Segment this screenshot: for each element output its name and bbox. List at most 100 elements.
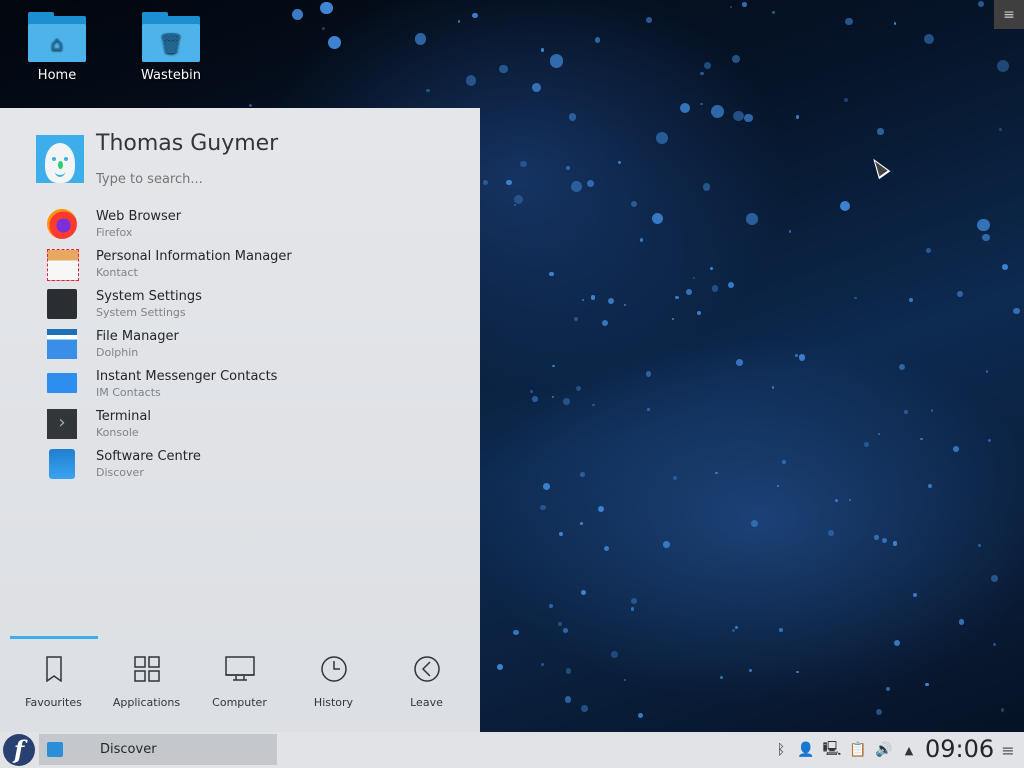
wallpaper-light-dot	[996, 59, 1009, 72]
wallpaper-light-dot	[631, 598, 638, 605]
wallpaper-light-dot	[711, 105, 725, 119]
wallpaper-light-dot	[513, 204, 516, 207]
list-item[interactable]: Instant Messenger Contacts IM Contacts	[0, 365, 480, 405]
wallpaper-light-dot	[776, 485, 780, 488]
volume-icon[interactable]: 🔊	[874, 732, 894, 768]
wallpaper-light-dot	[320, 2, 333, 15]
wallpaper-light-dot	[565, 165, 571, 171]
wallpaper-light-dot	[530, 390, 534, 394]
wallpaper-light-dot	[956, 290, 963, 297]
wallpaper-light-dot	[893, 22, 897, 25]
wallpaper-light-dot	[598, 506, 604, 512]
firefox-icon	[47, 209, 77, 239]
wallpaper-light-dot	[499, 65, 508, 74]
wallpaper-light-dot	[977, 1, 984, 8]
active-tab-indicator	[10, 636, 98, 639]
network-icon[interactable]: 🖳	[822, 732, 842, 768]
wallpaper-light-dot	[563, 628, 569, 633]
wallpaper-light-dot	[655, 131, 668, 144]
wallpaper-light-dot	[581, 590, 587, 596]
digital-clock[interactable]: 09:06	[925, 735, 994, 763]
wallpaper-light-dot	[630, 607, 635, 611]
user-name: Thomas Guymer	[96, 131, 279, 156]
wallpaper-light-dot	[928, 483, 932, 488]
wallpaper-light-dot	[912, 592, 917, 597]
wallpaper-light-dot	[746, 213, 758, 225]
wallpaper-light-dot	[575, 385, 582, 391]
desktop-icon-wastebin[interactable]: 🗑 Wastebin	[131, 12, 211, 83]
wallpaper-light-dot	[702, 183, 711, 191]
hamburger-menu-icon[interactable]: ≡	[998, 732, 1018, 768]
wallpaper-light-dot	[958, 619, 965, 626]
wallpaper-light-dot	[563, 398, 570, 405]
wallpaper-light-dot	[552, 364, 555, 367]
list-item[interactable]: System Settings System Settings	[0, 285, 480, 325]
wallpaper-light-dot	[608, 297, 615, 304]
system-settings-icon	[47, 289, 77, 319]
wallpaper-light-dot	[1002, 264, 1008, 270]
search-input[interactable]	[96, 172, 456, 187]
wallpaper-light-dot	[645, 17, 652, 24]
wallpaper-light-dot	[795, 354, 799, 358]
wallpaper-light-dot	[1012, 307, 1020, 315]
wallpaper-light-dot	[472, 13, 478, 19]
list-item[interactable]: › Terminal Konsole	[0, 405, 480, 445]
list-item[interactable]: Software Centre Discover	[0, 445, 480, 485]
wallpaper-light-dot	[548, 603, 553, 608]
wallpaper-light-dot	[543, 482, 551, 490]
wallpaper-light-dot	[782, 460, 786, 464]
clipboard-icon[interactable]: 📋	[848, 732, 868, 768]
tab-leave[interactable]: Leave	[380, 652, 473, 709]
bookmark-icon	[7, 652, 100, 686]
wallpaper-light-dot	[587, 180, 595, 188]
user-presence-icon[interactable]: 👤	[796, 732, 816, 768]
fedora-logo-icon[interactable]: f	[3, 734, 35, 766]
wallpaper-light-dot	[663, 541, 670, 548]
wallpaper-light-dot	[977, 218, 990, 232]
monitor-icon	[193, 652, 286, 686]
list-item[interactable]: Personal Information Manager Kontact	[0, 245, 480, 285]
wallpaper-light-dot	[982, 233, 990, 242]
grid-icon	[100, 652, 193, 686]
wallpaper-light-dot	[549, 271, 554, 277]
wallpaper-light-dot	[828, 530, 834, 536]
home-folder-icon: ⌂	[28, 12, 86, 62]
wallpaper-light-dot	[704, 62, 711, 69]
tab-favourites[interactable]: Favourites	[7, 652, 100, 709]
wallpaper-light-dot	[732, 55, 741, 64]
wallpaper-light-dot	[549, 54, 564, 68]
wallpaper-light-dot	[877, 432, 880, 435]
wallpaper-light-dot	[601, 319, 609, 327]
bluetooth-icon[interactable]: ᛒ	[772, 732, 790, 768]
wallpaper-light-dot	[848, 498, 852, 502]
list-item[interactable]: File Manager Dolphin	[0, 325, 480, 365]
wallpaper-light-dot	[566, 668, 572, 674]
desktop-toolbox-button[interactable]: ≡	[994, 0, 1024, 29]
tab-applications[interactable]: Applications	[100, 652, 193, 709]
task-discover[interactable]: Discover	[39, 734, 277, 765]
wallpaper-light-dot	[796, 670, 799, 673]
tab-computer[interactable]: Computer	[193, 652, 286, 709]
wallpaper-light-dot	[727, 281, 734, 288]
wallpaper-light-dot	[457, 19, 461, 23]
wallpaper-light-dot	[514, 195, 524, 205]
terminal-icon: ›	[47, 409, 77, 439]
wallpaper-light-dot	[978, 544, 981, 547]
wallpaper-light-dot	[580, 472, 585, 477]
wallpaper-light-dot	[795, 115, 800, 119]
wallpaper-light-dot	[919, 437, 923, 441]
wallpaper-light-dot	[881, 537, 888, 544]
wallpaper-light-dot	[645, 371, 652, 377]
wallpaper-light-dot	[672, 317, 675, 321]
wallpaper-light-dot	[321, 26, 325, 30]
avatar[interactable]	[36, 135, 84, 183]
desktop-icon-home[interactable]: ⌂ Home	[17, 12, 97, 83]
wallpaper-light-dot	[991, 575, 999, 582]
expand-arrow-icon[interactable]: ▲	[900, 732, 918, 768]
tab-history[interactable]: History	[287, 652, 380, 709]
wallpaper-light-dot	[497, 664, 504, 670]
wallpaper-light-dot	[570, 180, 582, 193]
wallpaper-light-dot	[590, 295, 595, 300]
list-item[interactable]: Web Browser Firefox	[0, 205, 480, 245]
wallpaper-light-dot	[647, 408, 650, 411]
